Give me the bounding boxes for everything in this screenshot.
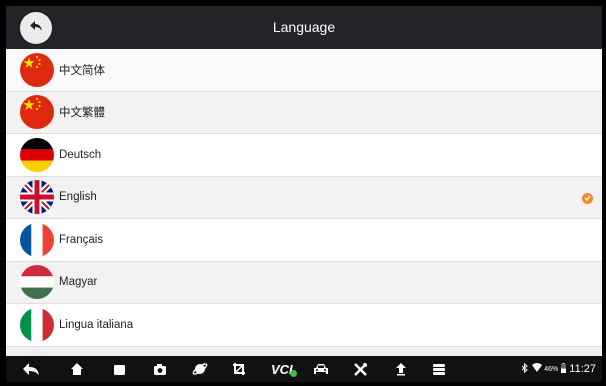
language-label: Deutsch [59,148,102,161]
language-row[interactable]: Magyar [6,261,602,304]
france-flag-icon [20,222,54,257]
battery-percent: 46% [544,365,559,373]
language-label: 中文繁體 [59,107,105,120]
uk-flag-icon [20,180,54,215]
app-window: Language 中文简体中文繁體 Deutsch English Français M… [6,6,602,382]
language-row-partial[interactable] [6,346,602,356]
recent-apps-icon[interactable] [113,359,126,379]
upload-icon[interactable] [395,359,407,379]
language-row[interactable]: English [6,176,602,219]
bluetooth-icon [521,362,529,376]
selected-check-icon [582,192,593,204]
status-area: 46% 11:27 [521,356,596,382]
language-row[interactable]: 中文简体 [6,49,602,92]
clock: 11:27 [569,363,596,375]
camera-icon[interactable] [153,359,167,379]
system-navbar: VCI 46% 11:27 [6,356,602,382]
back-icon[interactable] [22,359,40,379]
language-row[interactable]: 中文繁體 [6,91,602,134]
menu-icon[interactable] [432,359,446,379]
italy-flag-icon [20,307,54,342]
hungary-flag-icon [20,265,54,300]
tools-icon[interactable] [353,359,368,379]
language-row[interactable]: Deutsch [6,134,602,177]
language-label: Lingua italiana [59,318,134,331]
page-title: Language [272,19,336,35]
back-arrow-icon [29,19,43,37]
header-bar: Language [6,6,602,49]
browser-icon[interactable] [192,359,208,379]
language-label: Français [59,233,104,246]
china-flag-icon [20,52,54,87]
language-row[interactable]: Lingua italiana [6,304,602,347]
vci-icon[interactable]: VCI [271,359,297,379]
wifi-icon [532,363,543,375]
language-row[interactable]: Français [6,219,602,262]
germany-flag-icon [20,137,54,172]
china-flag-icon [20,95,54,130]
home-icon[interactable] [70,359,84,379]
language-label: 中文简体 [59,64,105,77]
language-list: 中文简体中文繁體 Deutsch English Français Magyar Ling… [6,49,602,356]
language-label: English [59,191,97,204]
battery-icon [561,362,567,376]
language-label: Magyar [59,276,98,289]
back-button[interactable] [20,12,52,44]
crop-icon[interactable] [232,359,246,379]
car-icon[interactable] [313,359,329,379]
